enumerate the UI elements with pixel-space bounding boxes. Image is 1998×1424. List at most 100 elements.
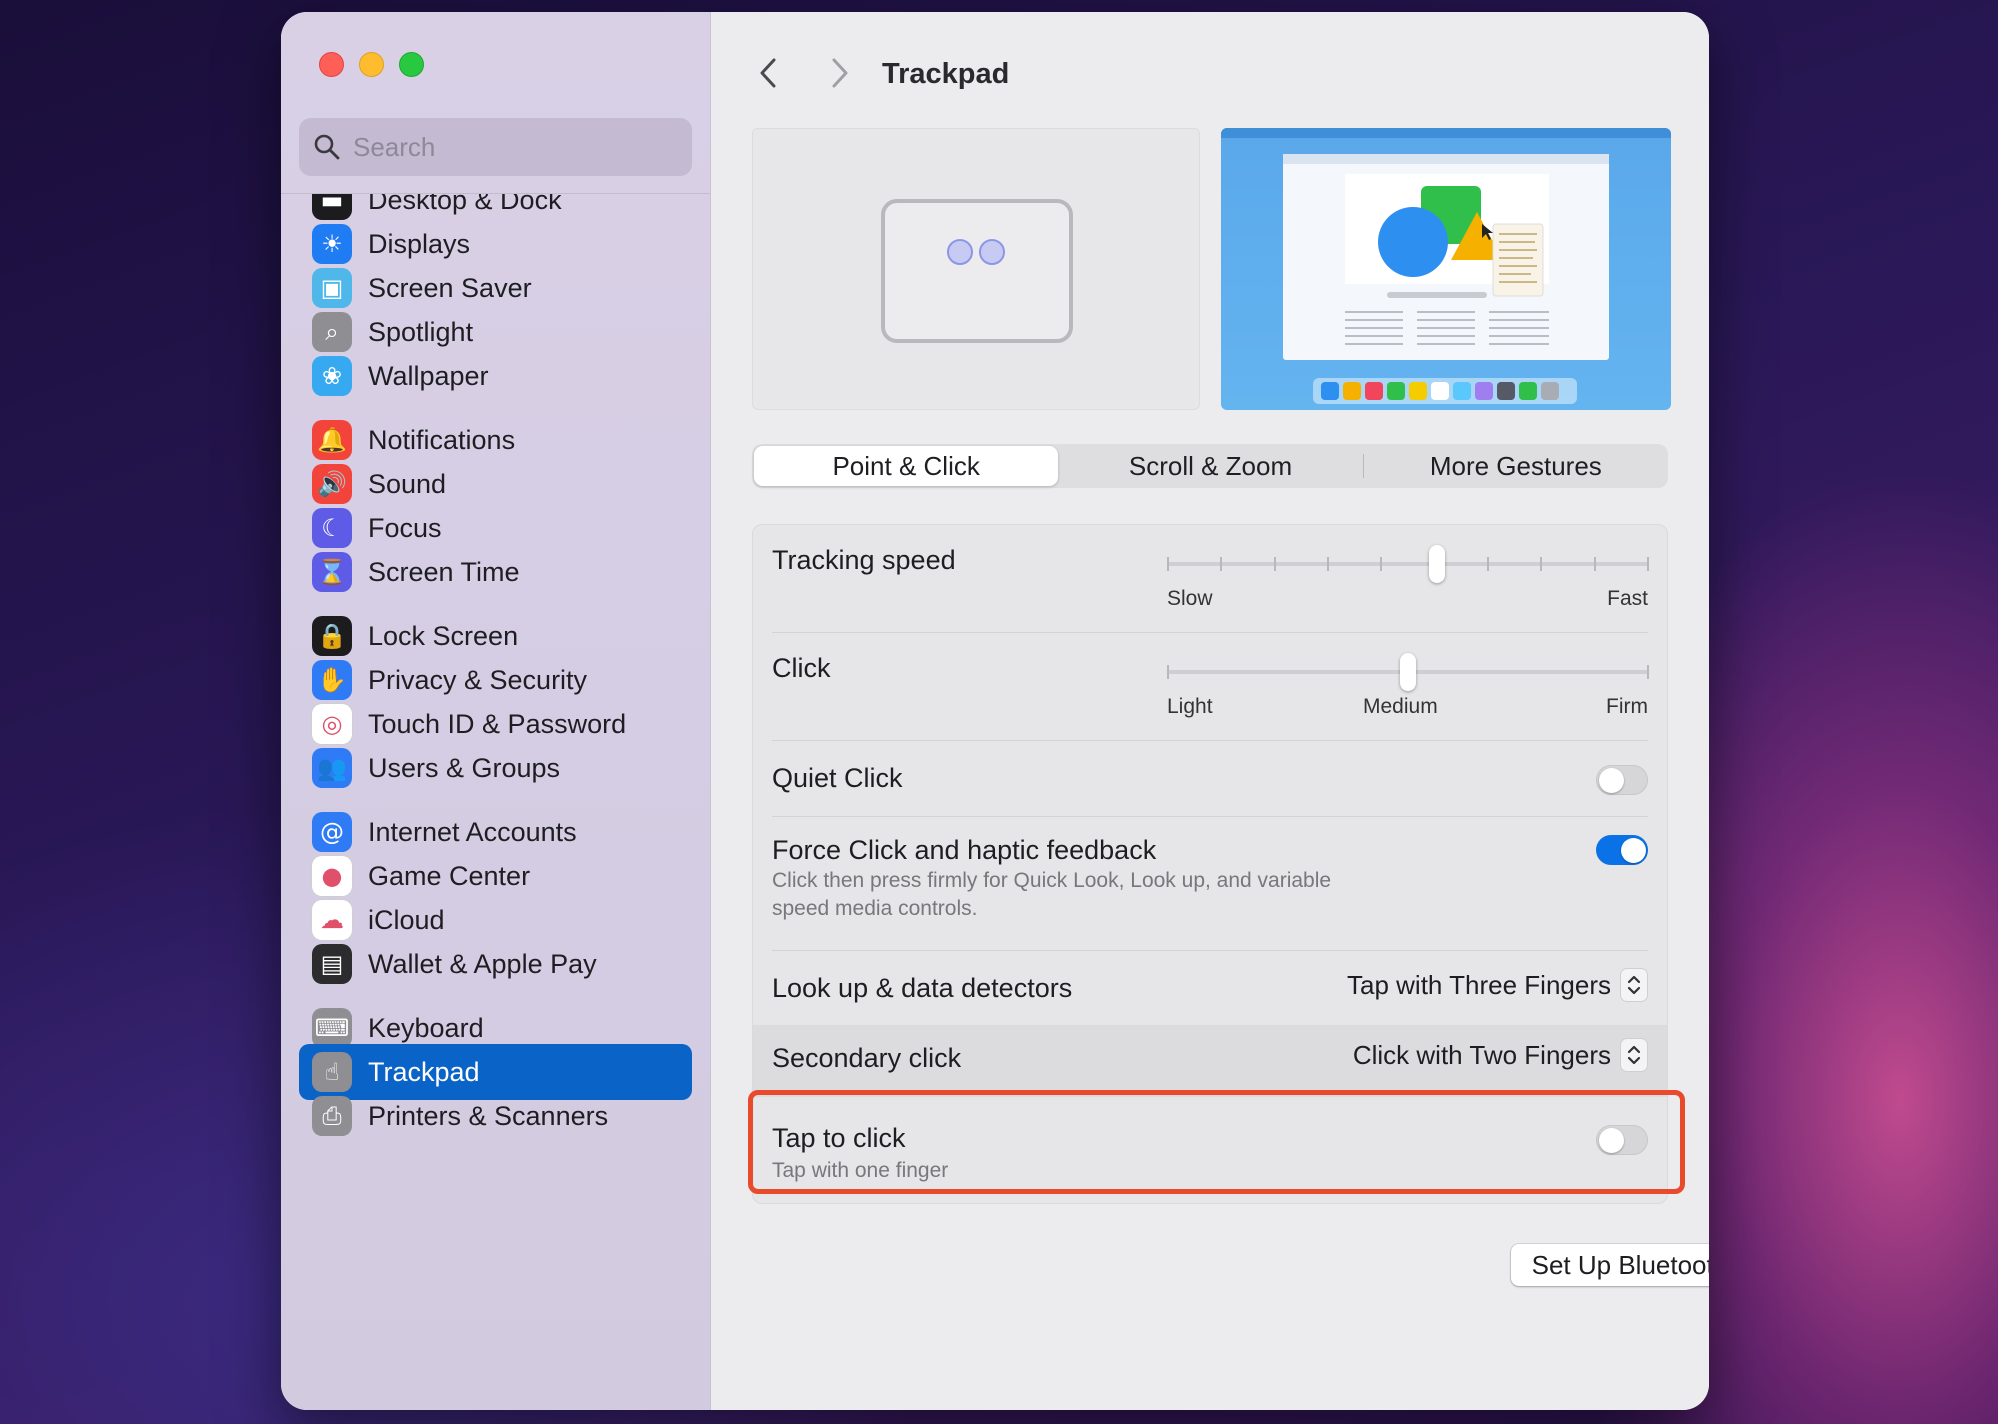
zoom-button[interactable] (399, 52, 424, 77)
slider-tick (1220, 557, 1222, 571)
sidebar-item-wallpaper[interactable]: ❀ Wallpaper (299, 348, 692, 404)
at-icon: @ (312, 812, 352, 852)
sidebar-item-label: Keyboard (368, 1013, 484, 1044)
moon-icon: ☾ (312, 508, 352, 548)
sidebar-item-label: Wallpaper (368, 361, 489, 392)
click-medium-label: Medium (1363, 695, 1438, 719)
slider-tick (1327, 557, 1329, 571)
forward-chevron-icon[interactable] (826, 56, 852, 90)
close-button[interactable] (319, 52, 344, 77)
bluetooth-setup-button[interactable]: Set Up Bluetooth Trackpad… (1511, 1244, 1709, 1286)
keyboard-icon: ⌨ (312, 1008, 352, 1048)
sidebar-item-screen-time[interactable]: ⌛Screen Time (299, 544, 692, 600)
click-light-label: Light (1167, 695, 1213, 719)
tab-segmented-control: Point & Click Scroll & Zoom More Gesture… (752, 444, 1668, 488)
printer-icon: ⎙ (312, 1096, 352, 1136)
quiet-click-label: Quiet Click (772, 763, 903, 794)
speaker-icon: 🔊 (312, 464, 352, 504)
click-knob[interactable] (1400, 653, 1416, 691)
chevron-updown-icon (1621, 969, 1647, 1001)
slider-tick (1647, 665, 1649, 679)
force-click-row: Force Click and haptic feedback Click th… (753, 817, 1667, 951)
search-input[interactable] (353, 132, 673, 163)
sidebar-item-users-groups[interactable]: 👥 Users & Groups (299, 740, 692, 796)
sidebar-item-label: Displays (368, 229, 470, 260)
sidebar-item-printers-scanners[interactable]: ⎙ Printers & Scanners (299, 1088, 692, 1144)
window-controls (319, 52, 424, 77)
toggle-knob (1621, 838, 1646, 863)
tracking-speed-knob[interactable] (1429, 545, 1445, 583)
force-click-toggle[interactable] (1596, 835, 1648, 865)
slider-tick (1380, 557, 1382, 571)
minimize-button[interactable] (359, 52, 384, 77)
hand-icon: ✋ (312, 660, 352, 700)
slider-tick (1487, 557, 1489, 571)
sidebar-item-label: Focus (368, 513, 442, 544)
secondary-click-row: Secondary click Click with Two Fingers (753, 1025, 1667, 1097)
sidebar-item-label: Wallet & Apple Pay (368, 949, 597, 980)
tab-more-gestures[interactable]: More Gestures (1364, 446, 1668, 486)
desktop-preview-illustration (1221, 128, 1671, 410)
quiet-click-row: Quiet Click (753, 741, 1667, 817)
force-click-description: Click then press firmly for Quick Look, … (772, 867, 1372, 923)
click-label: Click (772, 653, 831, 684)
sidebar-item-label: Desktop & Dock (368, 194, 562, 216)
settings-panel: Tracking speed Slow Fast Click Light Med… (752, 524, 1668, 1204)
gesture-preview-trackpad (752, 128, 1200, 410)
trackpad-graphic (881, 199, 1073, 343)
tap-to-click-label: Tap to click (772, 1123, 906, 1154)
users-icon: 👥 (312, 748, 352, 788)
secondary-click-popup[interactable]: Click with Two Fingers (1353, 1039, 1647, 1071)
tab-point-click[interactable]: Point & Click (754, 446, 1058, 486)
flower-icon: ❀ (312, 356, 352, 396)
click-row: Click Light Medium Firm (753, 633, 1667, 741)
slider-tick (1540, 557, 1542, 571)
tracking-speed-slider[interactable] (1167, 562, 1649, 566)
sidebar-item-label: Trackpad (368, 1057, 480, 1088)
tap-to-click-toggle[interactable] (1596, 1125, 1648, 1155)
sidebar-item-label: Screen Time (368, 557, 520, 588)
slider-tick (1167, 665, 1169, 679)
fingerprint-icon: ◎ (312, 704, 352, 744)
sidebar-item-label: Game Center (368, 861, 530, 892)
finger-dot (979, 239, 1005, 265)
search-icon (313, 133, 341, 161)
sidebar-list: ▬Desktop & Dock☀Displays▣Screen Saver⌕Sp… (299, 194, 693, 1410)
cloud-icon: ☁ (312, 900, 352, 940)
lookup-popup[interactable]: Tap with Three Fingers (1347, 969, 1647, 1001)
sidebar-item-wallet-apple-pay[interactable]: ▤ Wallet & Apple Pay (299, 936, 692, 992)
sidebar-item-label: Printers & Scanners (368, 1101, 608, 1132)
quiet-click-toggle[interactable] (1596, 765, 1648, 795)
bell-icon: 🔔 (312, 420, 352, 460)
wallet-icon: ▤ (312, 944, 352, 984)
click-slider[interactable] (1167, 670, 1649, 674)
magnifier-icon: ⌕ (312, 312, 352, 352)
toggle-knob (1599, 1128, 1624, 1153)
force-click-label: Force Click and haptic feedback (772, 835, 1156, 866)
click-firm-label: Firm (1606, 695, 1648, 719)
main-pane: Trackpad (712, 12, 1709, 1410)
back-chevron-icon[interactable] (756, 56, 782, 90)
trackpad-icon: ☝ (312, 1052, 352, 1092)
sidebar-item-label: Internet Accounts (368, 817, 577, 848)
search-field[interactable] (299, 118, 692, 176)
gesture-preview-screen (1221, 128, 1671, 410)
slider-tick (1594, 557, 1596, 571)
sidebar-item-label: Sound (368, 469, 446, 500)
tracking-speed-max-label: Fast (1607, 587, 1648, 611)
tracking-speed-row: Tracking speed Slow Fast (753, 525, 1667, 633)
tracking-speed-min-label: Slow (1167, 587, 1213, 611)
slider-tick (1167, 557, 1169, 571)
sidebar-item-label: Screen Saver (368, 273, 532, 304)
sidebar-item-label: iCloud (368, 905, 445, 936)
sidebar-item-label: Notifications (368, 425, 515, 456)
sun-icon: ☀ (312, 224, 352, 264)
lookup-row: Look up & data detectors Tap with Three … (753, 951, 1667, 1025)
lookup-value: Tap with Three Fingers (1347, 970, 1611, 1001)
chevron-updown-icon (1621, 1039, 1647, 1071)
tracking-speed-label: Tracking speed (772, 545, 956, 576)
lookup-label: Look up & data detectors (772, 973, 1072, 1004)
tab-scroll-zoom[interactable]: Scroll & Zoom (1058, 446, 1362, 486)
sidebar-item-label: Users & Groups (368, 753, 560, 784)
tap-to-click-sub: Tap with one finger (772, 1157, 948, 1185)
